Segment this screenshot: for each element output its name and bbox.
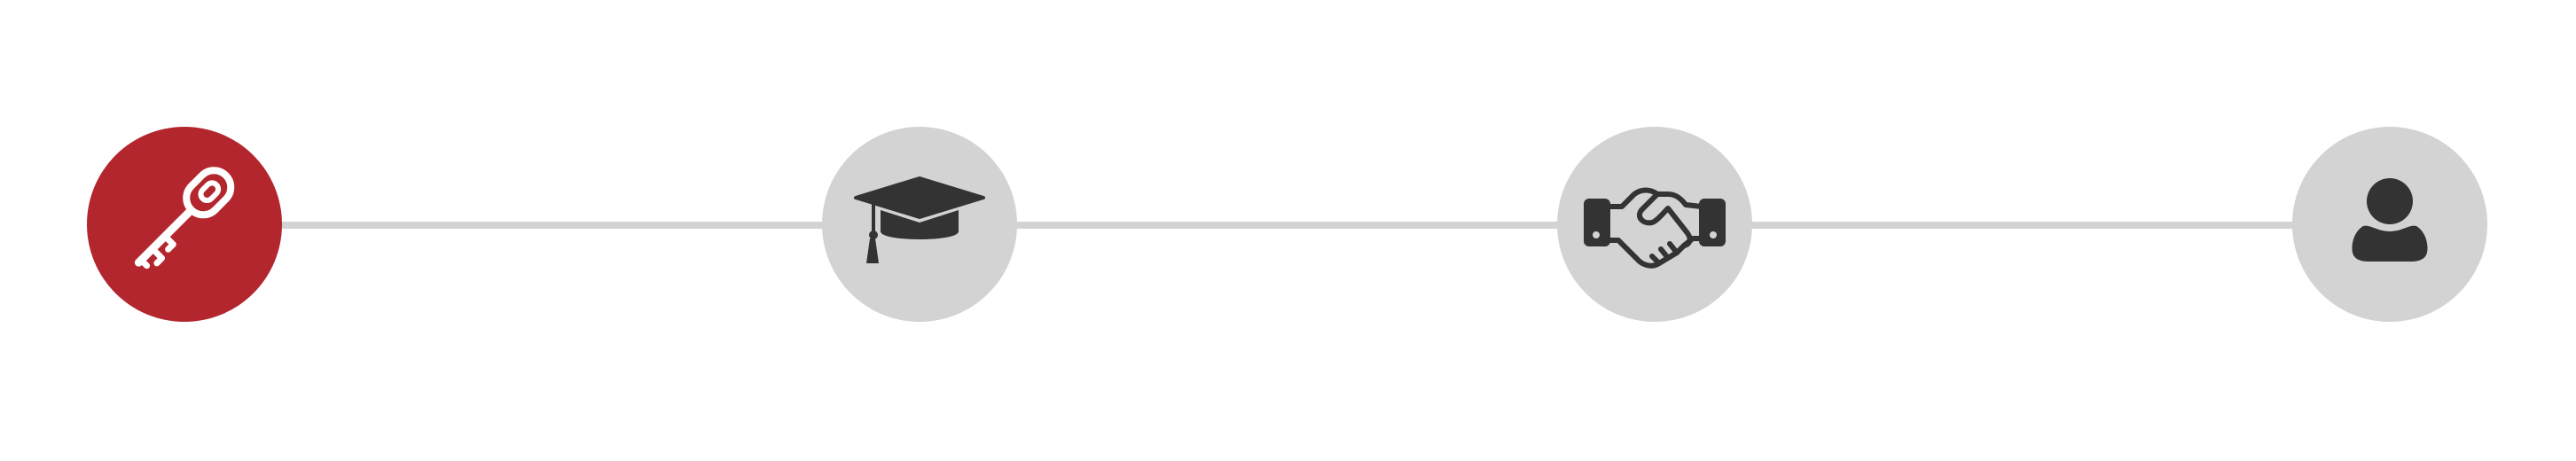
step-connector-1 xyxy=(281,222,825,229)
key-icon xyxy=(118,158,251,291)
step-3-button[interactable] xyxy=(1557,127,1752,322)
user-icon xyxy=(2337,171,2443,277)
step-connector-3 xyxy=(1751,222,2295,229)
step-2-button[interactable] xyxy=(822,127,1017,322)
handshake-icon xyxy=(1579,171,1730,277)
progress-stepper xyxy=(0,0,2576,461)
graduation-cap-icon xyxy=(849,171,990,277)
step-1-button[interactable] xyxy=(87,127,282,322)
step-connector-2 xyxy=(1016,222,1560,229)
step-4-button[interactable] xyxy=(2292,127,2487,322)
